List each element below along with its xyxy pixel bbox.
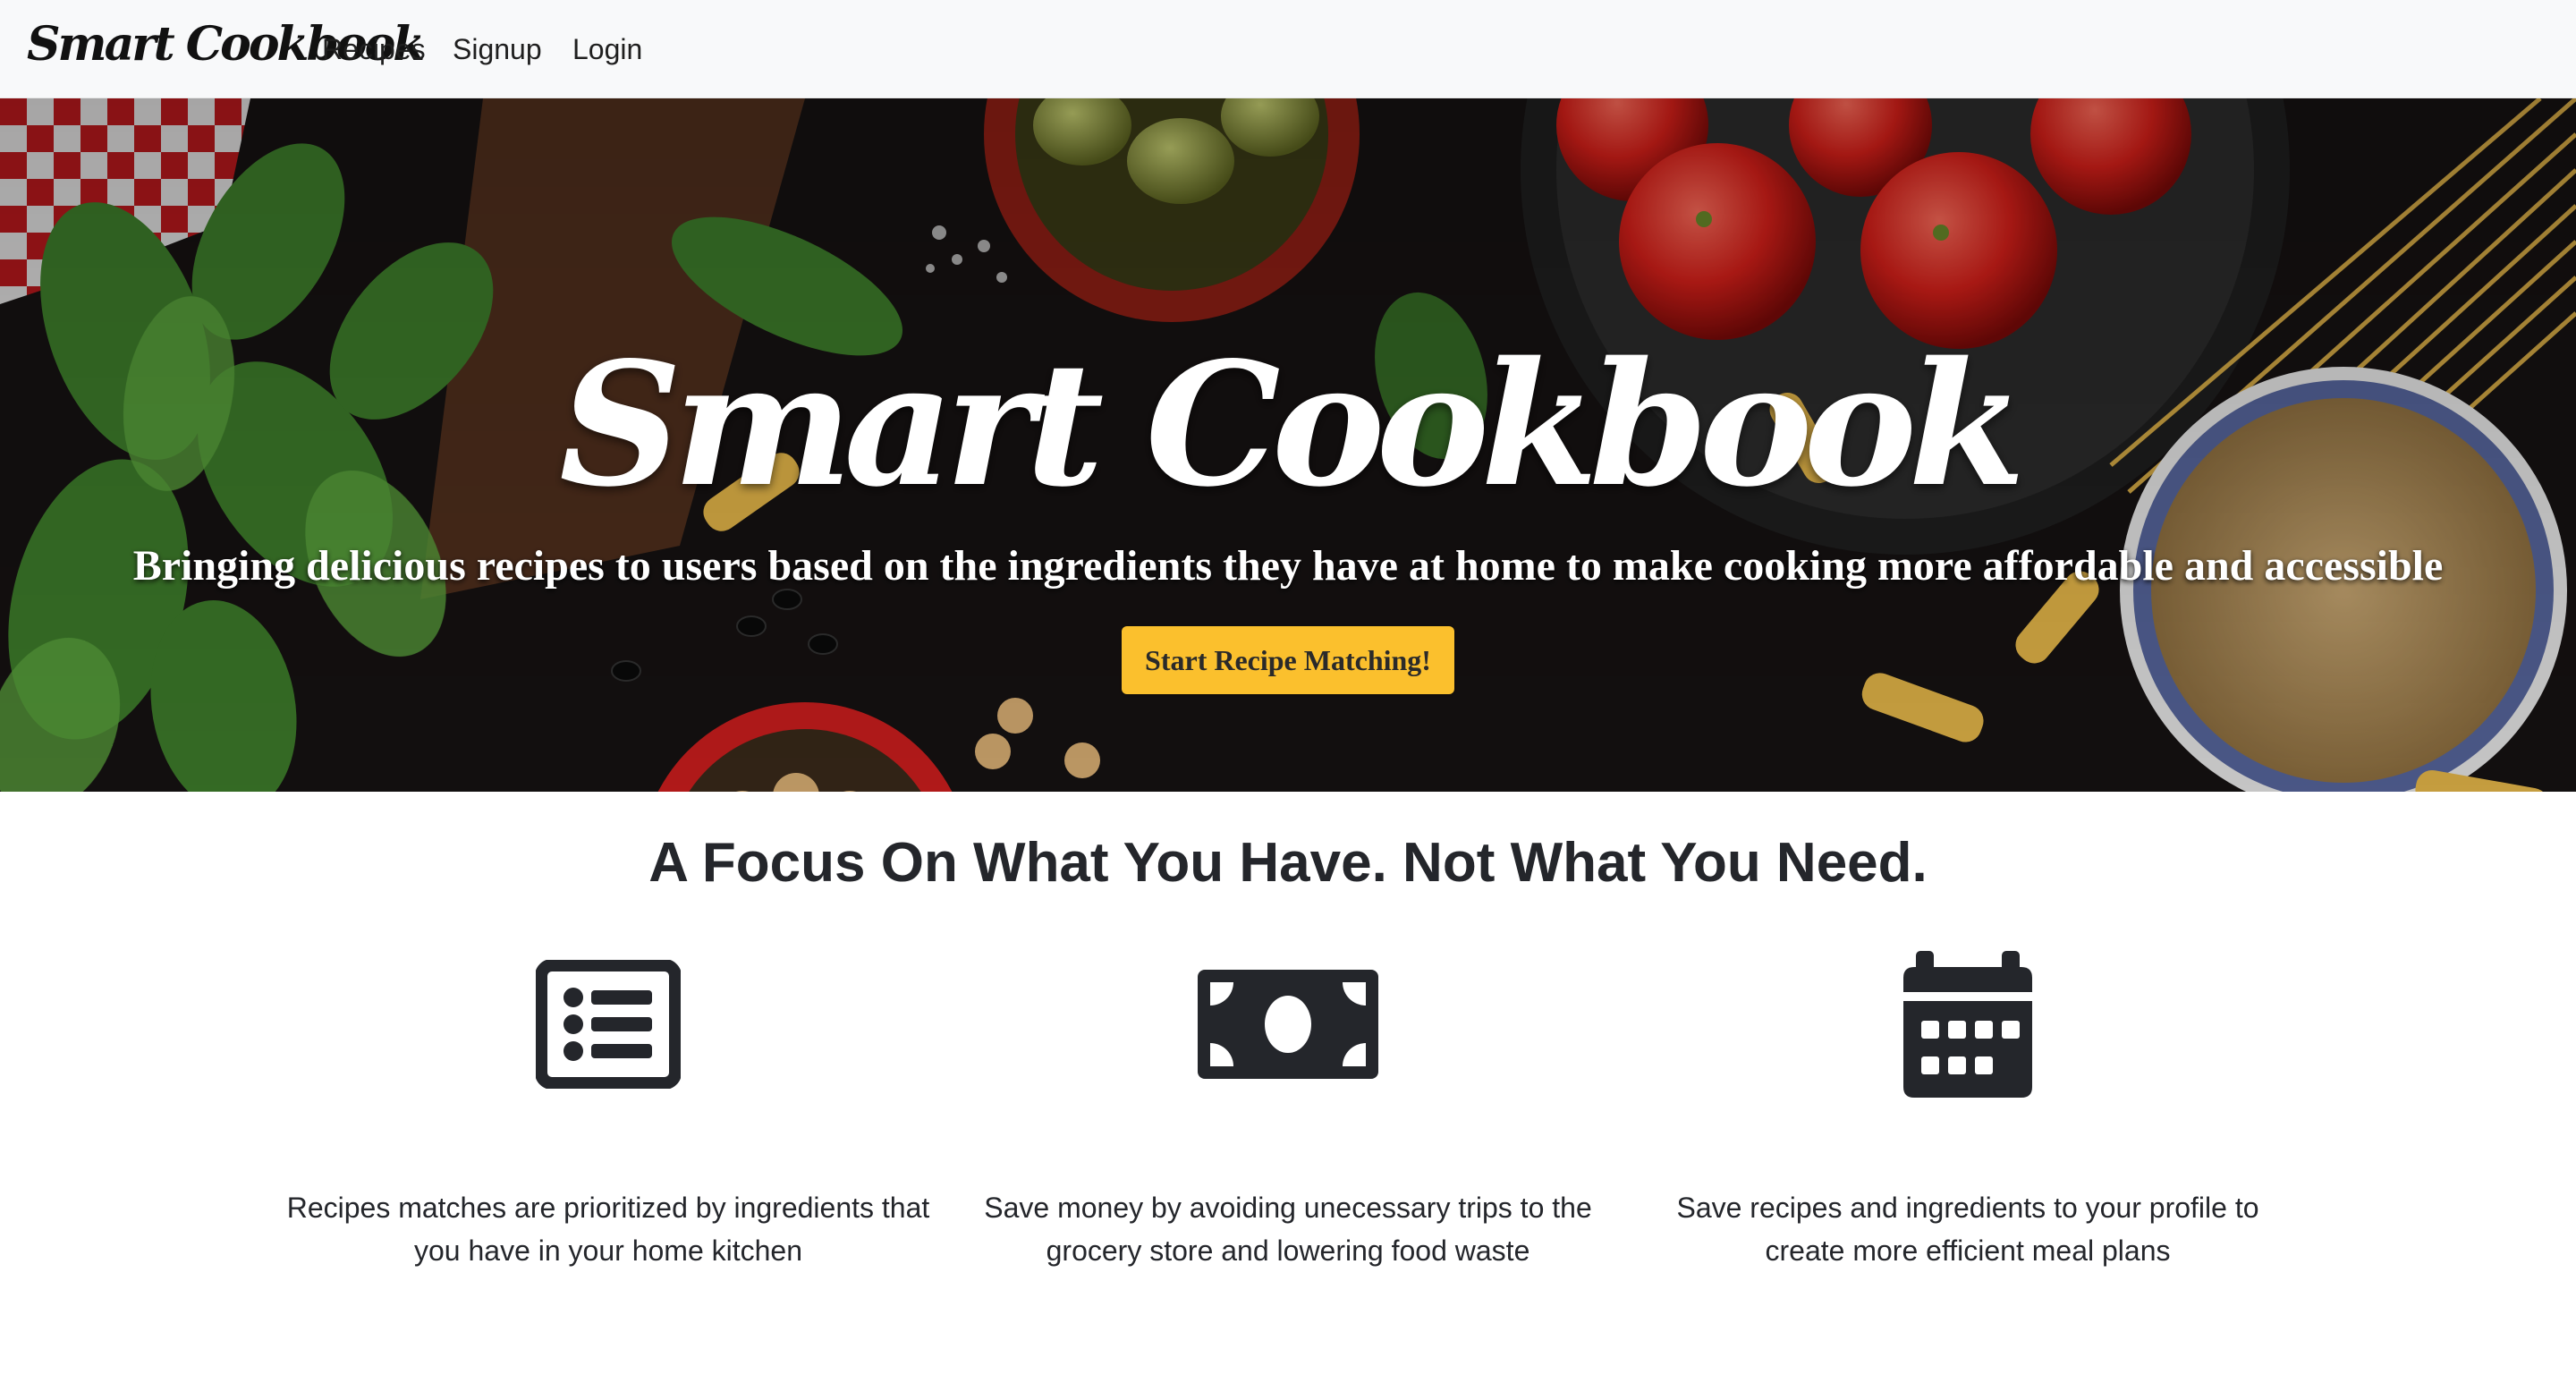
nav-recipes-link[interactable]: Recipes <box>322 27 426 72</box>
feature-prioritized-recipes: Recipes matches are prioritized by ingre… <box>286 948 930 1272</box>
hero-subtitle: Bringing delicious recipes to users base… <box>132 542 2444 590</box>
feature-save-money: Save money by avoiding unecessary trips … <box>966 948 1610 1272</box>
start-recipe-matching-button[interactable]: Start Recipe Matching! <box>1122 626 1454 694</box>
calendar-icon <box>1903 951 2032 1098</box>
navbar: Smart Cookbook Recipes Signup Login <box>0 0 2576 98</box>
money-icon <box>1198 970 1378 1079</box>
features-heading: A Focus On What You Have. Not What You N… <box>648 832 1928 894</box>
list-icon <box>536 960 681 1089</box>
nav-login-link[interactable]: Login <box>572 27 642 72</box>
feature-text: Recipes matches are prioritized by ingre… <box>286 1192 930 1267</box>
feature-text: Save recipes and ingredients to your pro… <box>1676 1192 2259 1267</box>
hero-banner: Smart Cookbook Bringing delicious recipe… <box>0 98 2576 792</box>
hero-title: Smart Cookbook <box>559 325 2026 524</box>
feature-text: Save money by avoiding unecessary trips … <box>984 1192 1592 1267</box>
nav-signup-link[interactable]: Signup <box>453 27 542 72</box>
feature-meal-plans: Save recipes and ingredients to your pro… <box>1646 948 2290 1272</box>
